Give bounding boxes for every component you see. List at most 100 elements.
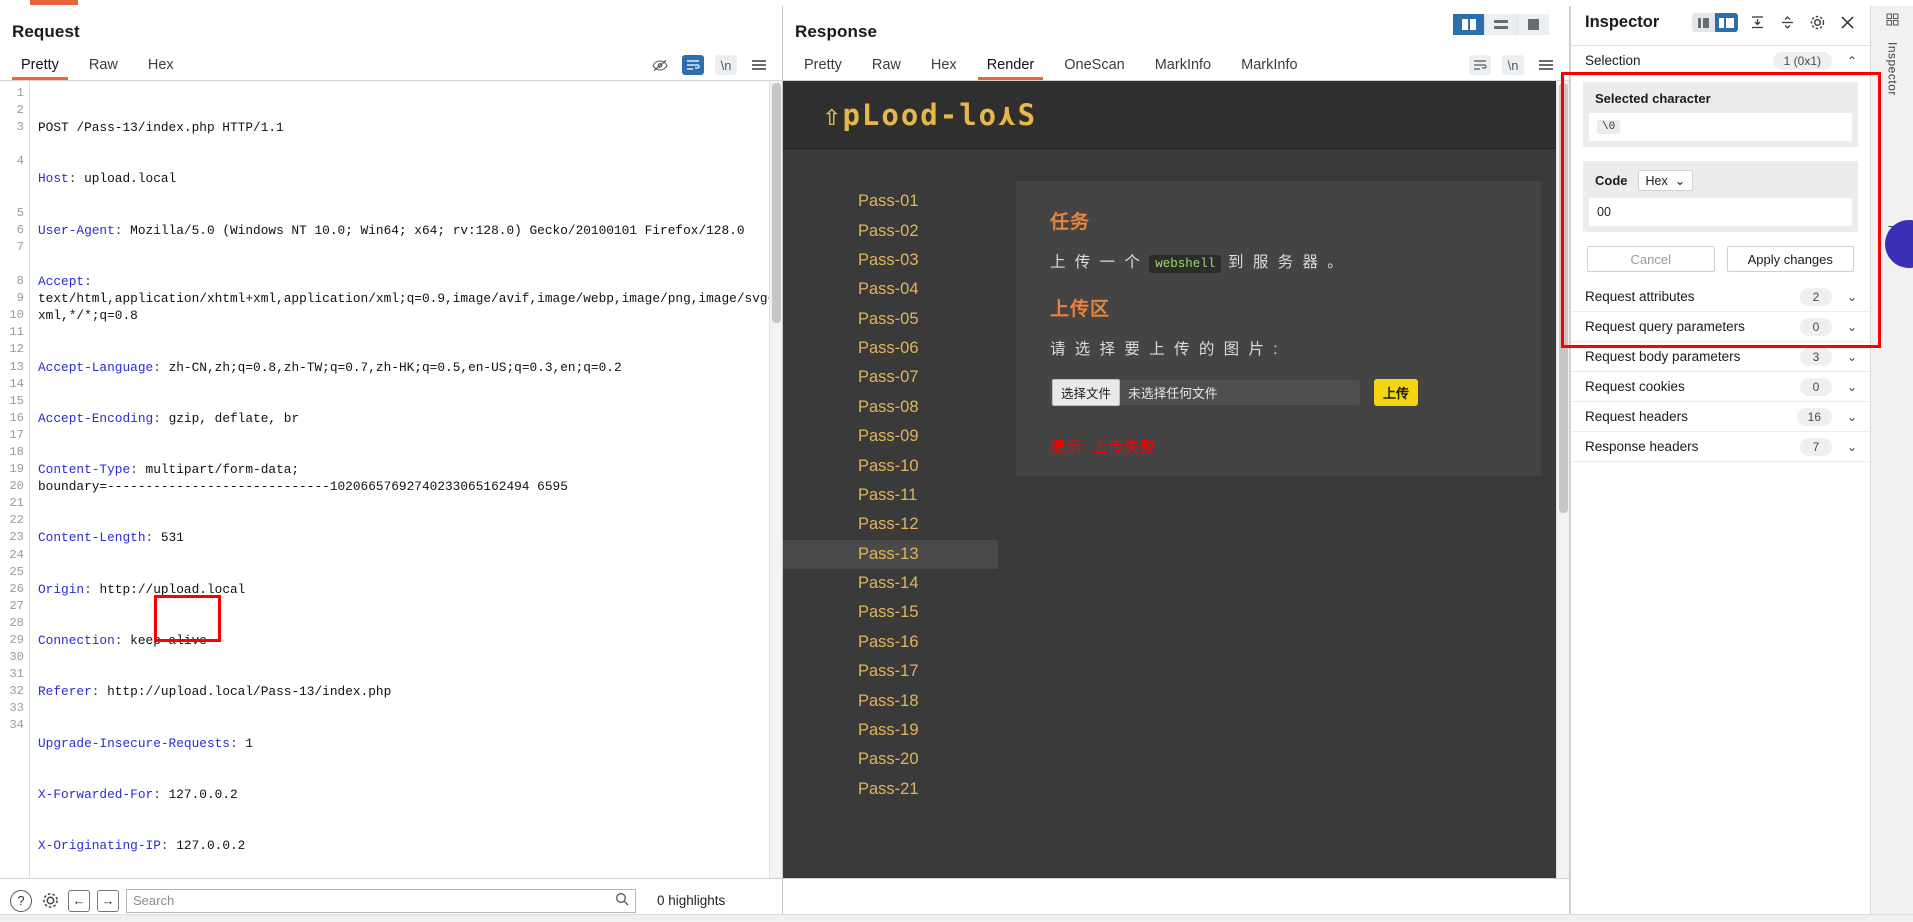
code-label: Code	[1595, 173, 1628, 188]
pass-item-05[interactable]: Pass-05	[783, 305, 998, 334]
request-editor[interactable]: 123 4 567 8 9 10 11 12 13 14 15 16 17 18 19 20 21 22…	[0, 81, 782, 878]
rail-grid-icon-wrap[interactable]	[1871, 10, 1913, 28]
chevron-down-icon[interactable]: ⌄	[1846, 440, 1858, 454]
request-pane: Request Pretty Raw Hex \n 123 4 5 6 7 8 …	[0, 0, 783, 922]
grid-icon[interactable]	[1883, 10, 1903, 28]
upload-status-message: 提示: 上传失败	[1050, 439, 1157, 456]
pass-item-12[interactable]: Pass-12	[783, 510, 998, 539]
code-line-5: Accept-Language: zh-CN,zh;q=0.8,zh-TW;q=…	[38, 359, 622, 375]
apply-changes-button[interactable]: Apply changes	[1726, 246, 1854, 272]
selection-section-header[interactable]: Selection 1 (0x1) ⌃	[1571, 46, 1870, 76]
code-line-13: X-Forwarded-For: 127.0.0.2	[38, 786, 238, 802]
pass-item-10[interactable]: Pass-10	[783, 451, 998, 480]
menu-icon[interactable]	[748, 55, 770, 75]
eye-off-icon[interactable]	[649, 55, 671, 75]
gear-icon[interactable]	[39, 890, 61, 912]
section-request-attributes[interactable]: Request attributes 2 ⌄	[1571, 282, 1870, 312]
pass-item-08[interactable]: Pass-08	[783, 393, 998, 422]
pass-item-04[interactable]: Pass-04	[783, 275, 998, 304]
rows-view-icon[interactable]	[1485, 14, 1517, 35]
help-icon[interactable]: ?	[10, 889, 32, 912]
chevron-down-icon[interactable]: ⌄	[1675, 173, 1685, 188]
tab-response-markinfo-1[interactable]: MarkInfo	[1140, 53, 1226, 80]
pass-item-17[interactable]: Pass-17	[783, 657, 998, 686]
pass-item-18[interactable]: Pass-18	[783, 686, 998, 715]
request-scrollbar-thumb[interactable]	[772, 83, 781, 323]
section-request-query-parameters[interactable]: Request query parameters 0 ⌄	[1571, 312, 1870, 342]
search-icon[interactable]	[615, 892, 629, 909]
tab-request-hex[interactable]: Hex	[133, 53, 189, 80]
pass-item-07[interactable]: Pass-07	[783, 363, 998, 392]
code-group: Code Hex ⌄ 00	[1583, 161, 1858, 232]
pass-item-21[interactable]: Pass-21	[783, 775, 998, 804]
wrap-lines-icon[interactable]	[682, 55, 704, 75]
tab-request-pretty[interactable]: Pretty	[6, 53, 74, 80]
pass-item-16[interactable]: Pass-16	[783, 628, 998, 657]
chevron-down-icon[interactable]: ⌄	[1846, 350, 1858, 364]
pass-item-09[interactable]: Pass-09	[783, 422, 998, 451]
line-number-gutter: 123 4 567 8 9 10 11 12 13 14 15 16 17 18 19 20 21 22…	[0, 81, 30, 878]
chevron-down-icon[interactable]: ⌄	[1846, 380, 1858, 394]
upload-submit-button[interactable]: 上传	[1374, 379, 1419, 406]
request-scrollbar[interactable]	[769, 81, 782, 878]
choose-file-button[interactable]: 选择文件	[1052, 379, 1121, 406]
pass-item-20[interactable]: Pass-20	[783, 745, 998, 774]
back-arrow-icon[interactable]: ←	[68, 889, 90, 912]
single-view-icon[interactable]	[1517, 14, 1549, 35]
pass-item-15[interactable]: Pass-15	[783, 598, 998, 627]
inspector-body: Selection 1 (0x1) ⌃ Selected character \…	[1571, 46, 1870, 922]
pass-item-01[interactable]: Pass-01	[783, 187, 998, 216]
tab-response-pretty[interactable]: Pretty	[789, 53, 857, 80]
tab-response-hex[interactable]: Hex	[916, 53, 972, 80]
search-input-wrapper[interactable]	[126, 888, 636, 913]
highlight-count: 0 highlights	[657, 893, 726, 908]
code-line-14: X-Originating-IP: 127.0.0.2	[38, 838, 246, 854]
code-line-4: Accept: text/html,application/xhtml+xml,a…	[38, 274, 776, 324]
selection-label: Selection	[1585, 53, 1641, 68]
menu-icon[interactable]	[1535, 55, 1557, 75]
section-request-body-parameters[interactable]: Request body parameters 3 ⌄	[1571, 342, 1870, 372]
panel-right-icon[interactable]	[1715, 13, 1738, 32]
request-code[interactable]: POST /Pass-13/index.php HTTP/1.1 Host: u…	[30, 81, 782, 878]
pass-item-14[interactable]: Pass-14	[783, 569, 998, 598]
chevron-down-icon[interactable]: ⌄	[1846, 320, 1858, 334]
wrap-lines-icon[interactable]	[1469, 55, 1491, 75]
pass-item-06[interactable]: Pass-06	[783, 334, 998, 363]
newline-icon[interactable]: \n	[715, 55, 737, 75]
newline-icon[interactable]: \n	[1502, 55, 1524, 75]
pass-item-19[interactable]: Pass-19	[783, 716, 998, 745]
section-request-cookies[interactable]: Request cookies 0 ⌄	[1571, 372, 1870, 402]
close-icon[interactable]	[1837, 12, 1858, 33]
cancel-button[interactable]: Cancel	[1587, 246, 1715, 272]
pass-item-13[interactable]: Pass-13	[783, 539, 998, 569]
chevron-down-icon[interactable]: ⌄	[1846, 410, 1858, 424]
panel-left-icon[interactable]	[1692, 13, 1715, 32]
tab-response-render[interactable]: Render	[972, 53, 1050, 80]
code-format-select[interactable]: Hex ⌄	[1637, 170, 1694, 191]
forward-arrow-icon[interactable]: →	[97, 889, 119, 912]
collapse-all-icon[interactable]	[1747, 12, 1768, 33]
code-value-field[interactable]: 00	[1589, 198, 1852, 226]
tab-response-markinfo-2[interactable]: MarkInfo	[1226, 53, 1312, 80]
pass-item-11[interactable]: Pass-11	[783, 481, 998, 510]
selected-character-field[interactable]: \0	[1589, 113, 1852, 141]
section-request-headers[interactable]: Request headers 16 ⌄	[1571, 402, 1870, 432]
chevron-down-icon[interactable]: ⌄	[1846, 290, 1858, 304]
response-scrollbar[interactable]	[1556, 81, 1569, 878]
response-scrollbar-thumb[interactable]	[1559, 83, 1568, 513]
tab-response-onescan[interactable]: OneScan	[1049, 53, 1139, 80]
rail-item-inspector[interactable]: Inspector	[1871, 42, 1913, 96]
expand-all-icon[interactable]	[1777, 12, 1798, 33]
section-response-headers[interactable]: Response headers 7 ⌄	[1571, 432, 1870, 462]
pass-item-03[interactable]: Pass-03	[783, 246, 998, 275]
active-tab-indicator	[30, 0, 78, 5]
tab-request-raw[interactable]: Raw	[74, 53, 133, 80]
gear-icon[interactable]	[1807, 12, 1828, 33]
section-label: Response headers	[1585, 439, 1699, 454]
pass-item-02[interactable]: Pass-02	[783, 216, 998, 245]
split-view-icon[interactable]	[1453, 14, 1485, 35]
chevron-up-icon[interactable]: ⌃	[1846, 54, 1858, 68]
tab-response-raw[interactable]: Raw	[857, 53, 916, 80]
file-input[interactable]: 选择文件 未选择任何文件	[1050, 379, 1360, 406]
search-input[interactable]	[133, 893, 615, 908]
